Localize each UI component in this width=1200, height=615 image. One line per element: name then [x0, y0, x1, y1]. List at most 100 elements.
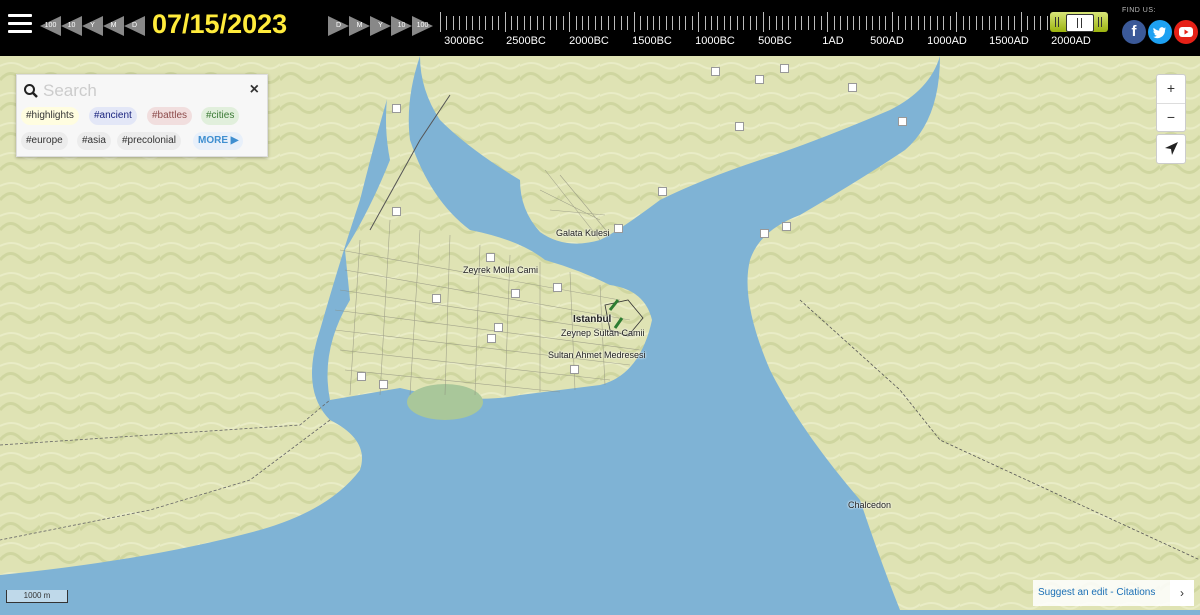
label-zeynep[interactable]: Zeynep Sultan Camii — [561, 328, 645, 338]
map-marker[interactable] — [735, 122, 744, 131]
search-input[interactable] — [41, 79, 235, 103]
back-year-button[interactable]: Y — [82, 16, 103, 36]
timeline-tick — [827, 12, 828, 32]
timeline-tick — [498, 16, 499, 30]
tag-battles[interactable]: #battles — [147, 107, 192, 125]
timeline-label: 1000AD — [927, 35, 967, 47]
tag-precolonial[interactable]: #precolonial — [117, 132, 181, 150]
suggest-edit-link[interactable]: Suggest an edit — [1038, 587, 1108, 598]
tag-europe[interactable]: #europe — [21, 132, 68, 150]
map-marker[interactable] — [760, 229, 769, 238]
map-marker[interactable] — [780, 64, 789, 73]
map-marker[interactable] — [494, 323, 503, 332]
scale-bar: 1000 m — [6, 590, 68, 603]
timeline-tick — [1008, 16, 1009, 30]
locate-button[interactable] — [1156, 134, 1186, 164]
label-sultan-ahmet[interactable]: Sultan Ahmet Medresesi — [548, 350, 646, 360]
step-forward-group: D M Y 10 100 — [328, 16, 433, 36]
label-istanbul[interactable]: Istanbul — [573, 314, 611, 325]
label-chalcedon[interactable]: Chalcedon — [848, 500, 891, 510]
footer-expand-button[interactable]: › — [1170, 580, 1194, 606]
timeline-tick — [530, 16, 531, 30]
back-day-label: D — [124, 22, 145, 29]
map-marker[interactable] — [658, 187, 667, 196]
timeline-slider[interactable]: 3000BC 2500BC 2000BC 1500BC 1000BC 500BC… — [440, 8, 1080, 48]
back-day-button[interactable]: D — [124, 16, 145, 36]
map-marker[interactable] — [898, 117, 907, 126]
timeline-tick — [905, 16, 906, 30]
grip-line — [1101, 17, 1102, 27]
map-marker[interactable] — [511, 289, 520, 298]
map-marker[interactable] — [379, 380, 388, 389]
youtube-icon[interactable] — [1174, 20, 1198, 44]
timeline-label: 1500BC — [632, 35, 672, 47]
top-bar: 100 10 Y M D 07/15/2023 D M Y — [0, 0, 1200, 56]
zoom-in-button[interactable]: + — [1157, 75, 1185, 104]
map-marker[interactable] — [487, 334, 496, 343]
timeline-tick — [588, 16, 589, 30]
timeline-label: 3000BC — [444, 35, 484, 47]
timeline-tick — [550, 16, 551, 30]
tag-ancient[interactable]: #ancient — [89, 107, 137, 125]
tag-highlights[interactable]: #highlights — [21, 107, 79, 125]
zoom-out-button[interactable]: − — [1157, 104, 1185, 132]
more-tags-button[interactable]: MORE ▶ — [193, 132, 243, 150]
close-icon[interactable]: × — [250, 81, 259, 99]
timeline-tick — [569, 12, 570, 32]
forward-month-button[interactable]: M — [349, 16, 370, 36]
timeline-tick — [866, 16, 867, 30]
citations-link[interactable]: Citations — [1116, 587, 1155, 598]
timeline-tick — [898, 16, 899, 30]
timeline-label: 2000AD — [1051, 35, 1091, 47]
label-zeyrek[interactable]: Zeyrek Molla Cami — [463, 265, 538, 275]
grip-line — [1077, 18, 1078, 28]
tag-asia[interactable]: #asia — [77, 132, 111, 150]
forward-day-button[interactable]: D — [328, 16, 349, 36]
timeline-tick — [963, 16, 964, 30]
map-marker[interactable] — [711, 67, 720, 76]
facebook-icon[interactable]: f — [1122, 20, 1146, 44]
timeline-tick — [840, 16, 841, 30]
map-marker[interactable] — [782, 222, 791, 231]
grip-line — [1055, 17, 1056, 27]
timeline-tick — [505, 12, 506, 32]
label-galata[interactable]: Galata Kulesi — [556, 228, 610, 238]
step-back-group: 100 10 Y M D — [40, 16, 145, 36]
timeline-handle[interactable] — [1050, 12, 1108, 32]
timeline-tick — [556, 16, 557, 30]
timeline-tick — [918, 16, 919, 30]
map-marker[interactable] — [570, 365, 579, 374]
search-icon — [23, 83, 39, 99]
timeline-tick — [537, 16, 538, 30]
tag-cities[interactable]: #cities — [201, 107, 239, 125]
map-marker[interactable] — [357, 372, 366, 381]
menu-icon[interactable] — [8, 14, 32, 34]
forward-year-button[interactable]: Y — [370, 16, 391, 36]
timeline-tick — [737, 16, 738, 30]
map-marker[interactable] — [432, 294, 441, 303]
timeline-tick — [485, 16, 486, 30]
map-marker[interactable] — [392, 207, 401, 216]
timeline-tick — [1014, 16, 1015, 30]
forward-year-label: Y — [370, 22, 391, 29]
back-month-button[interactable]: M — [103, 16, 124, 36]
timeline-tick — [1040, 16, 1041, 30]
forward-month-label: M — [349, 22, 370, 29]
timeline-label: 500BC — [758, 35, 792, 47]
forward-100-button[interactable]: 100 — [412, 16, 433, 36]
twitter-icon[interactable] — [1148, 20, 1172, 44]
back-10-button[interactable]: 10 — [61, 16, 82, 36]
timeline-tick — [756, 16, 757, 30]
timeline-tick — [943, 16, 944, 30]
map-marker[interactable] — [553, 283, 562, 292]
map-marker[interactable] — [392, 104, 401, 113]
map-marker[interactable] — [486, 253, 495, 262]
forward-10-button[interactable]: 10 — [391, 16, 412, 36]
map-marker[interactable] — [614, 224, 623, 233]
back-100-button[interactable]: 100 — [40, 16, 61, 36]
map-marker[interactable] — [755, 75, 764, 84]
current-date[interactable]: 07/15/2023 — [152, 9, 287, 40]
back-year-label: Y — [82, 22, 103, 29]
map-marker[interactable] — [848, 83, 857, 92]
timeline-tick — [453, 16, 454, 30]
